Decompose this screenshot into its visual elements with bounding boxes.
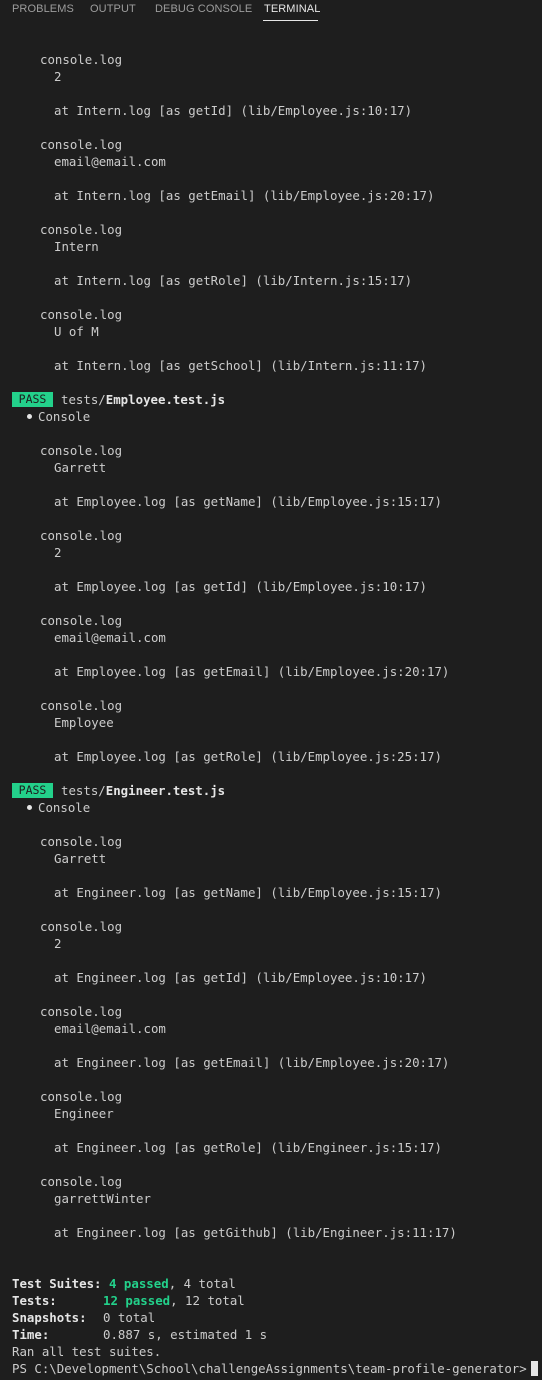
console-log-value: 2 — [54, 69, 62, 84]
console-log-trace: at Intern.log [as getId] (lib/Employee.j… — [54, 103, 413, 118]
pass-badge: PASS — [12, 783, 53, 798]
test-file-path: tests/Engineer.test.js — [61, 782, 225, 799]
test-file-name: Engineer.test.js — [105, 783, 226, 798]
console-log-value: Engineer — [54, 1106, 114, 1121]
console-log-trace: at Employee.log [as getEmail] (lib/Emplo… — [54, 664, 450, 679]
summary-suites-total: , 4 total — [168, 1276, 236, 1291]
console-log-head: console.log — [40, 1174, 123, 1189]
console-log-head: console.log — [40, 919, 123, 934]
console-log-head: console.log — [40, 222, 123, 237]
console-log-trace: at Engineer.log [as getName] (lib/Employ… — [54, 885, 442, 900]
summary-snapshots-value: 0 total — [103, 1310, 156, 1325]
console-log-head: console.log — [40, 137, 123, 152]
console-log-value: email@email.com — [54, 630, 166, 645]
console-log-head: console.log — [40, 443, 123, 458]
summary-suites: Test Suites: 4 passed, 4 total — [12, 1275, 236, 1292]
test-file-name: Employee.test.js — [105, 392, 226, 407]
console-log-head: console.log — [40, 1089, 123, 1104]
summary-ran-all: Ran all test suites. — [12, 1344, 162, 1359]
console-log-trace: at Employee.log [as getId] (lib/Employee… — [54, 579, 427, 594]
console-log-head: console.log — [40, 307, 123, 322]
console-log-value: Intern — [54, 239, 99, 254]
test-file-dir: tests/ — [61, 783, 106, 798]
terminal-output[interactable]: console.log 2 at Intern.log [as getId] (… — [0, 0, 542, 1380]
summary-time-value: 0.887 s, estimated 1 s — [103, 1327, 268, 1342]
console-log-trace: at Intern.log [as getRole] (lib/Intern.j… — [54, 273, 413, 288]
pass-badge: PASS — [12, 392, 53, 407]
summary-snapshots-label: Snapshots: — [12, 1310, 87, 1325]
test-file-dir: tests/ — [61, 392, 106, 407]
console-log-value: Garrett — [54, 460, 107, 475]
console-label: Console — [38, 409, 91, 424]
console-log-head: console.log — [40, 613, 123, 628]
console-log-trace: at Intern.log [as getEmail] (lib/Employe… — [54, 188, 435, 203]
console-log-head: console.log — [40, 834, 123, 849]
console-log-value: garrettWinter — [54, 1191, 151, 1206]
console-log-trace: at Intern.log [as getSchool] (lib/Intern… — [54, 358, 427, 373]
console-log-head: console.log — [40, 1004, 123, 1019]
test-file-path: tests/Employee.test.js — [61, 391, 225, 408]
bullet-icon — [27, 805, 32, 810]
console-log-value: U of M — [54, 324, 99, 339]
console-log-value: email@email.com — [54, 154, 166, 169]
summary-tests-label: Tests: — [12, 1293, 57, 1308]
console-log-value: Employee — [54, 715, 114, 730]
console-log-head: console.log — [40, 528, 123, 543]
console-section: Console — [27, 408, 90, 425]
summary-tests-total: , 12 total — [170, 1293, 245, 1308]
console-log-head: console.log — [40, 52, 123, 67]
console-log-trace: at Employee.log [as getRole] (lib/Employ… — [54, 749, 442, 764]
console-log-value: Garrett — [54, 851, 107, 866]
summary-suites-label: Test Suites: — [12, 1276, 102, 1291]
console-log-trace: at Engineer.log [as getGithub] (lib/Engi… — [54, 1225, 457, 1240]
summary-tests: Tests: — [12, 1292, 57, 1309]
console-log-trace: at Engineer.log [as getId] (lib/Employee… — [54, 970, 427, 985]
console-label: Console — [38, 800, 91, 815]
summary-tests-values: 12 passed, 12 total — [103, 1292, 245, 1309]
console-log-value: 2 — [54, 545, 62, 560]
summary-time-label: Time: — [12, 1327, 50, 1342]
console-log-value: 2 — [54, 936, 62, 951]
console-section: Console — [27, 799, 90, 816]
console-log-head: console.log — [40, 698, 123, 713]
shell-prompt-line[interactable]: PS C:\Development\School\challengeAssign… — [12, 1360, 538, 1377]
summary-suites-passed: 4 passed — [109, 1276, 169, 1291]
console-log-trace: at Engineer.log [as getRole] (lib/Engine… — [54, 1140, 442, 1155]
console-log-value: email@email.com — [54, 1021, 166, 1036]
bullet-icon — [27, 414, 32, 419]
console-log-trace: at Employee.log [as getName] (lib/Employ… — [54, 494, 442, 509]
summary-tests-passed: 12 passed — [103, 1293, 171, 1308]
cursor-icon — [530, 1361, 538, 1376]
console-log-trace: at Engineer.log [as getEmail] (lib/Emplo… — [54, 1055, 450, 1070]
shell-prompt: PS C:\Development\School\challengeAssign… — [12, 1361, 527, 1376]
